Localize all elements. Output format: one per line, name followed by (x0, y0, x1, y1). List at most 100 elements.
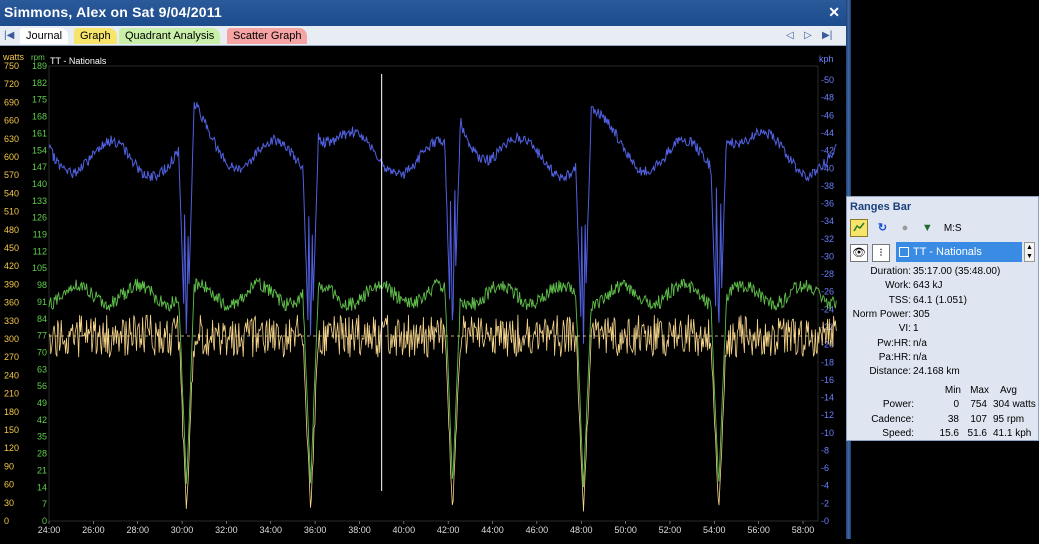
kph-tick-label: -2 (821, 498, 829, 508)
window-title: Simmons, Alex on Sat 9/04/2011 (4, 4, 222, 20)
stat-label: Pa:HR: (878, 351, 911, 363)
stat-value: 643 kJ (913, 280, 943, 292)
kph-tick-label: -12 (821, 410, 834, 420)
tab-graph[interactable]: Graph (74, 28, 117, 44)
ranges-bar-panel: Ranges Bar ↻ ● ▼ M:S 👁 ⁝ TT - Nationals … (846, 196, 1039, 441)
stat-label: TSS: (888, 294, 911, 306)
x-tick-label: 26:00 (82, 525, 105, 535)
x-tick-label: 58:00 (792, 525, 815, 535)
x-tick-label: 50:00 (614, 525, 637, 535)
tab-bar: |◀ Journal Graph Quadrant Analysis Scatt… (0, 26, 846, 46)
stat-row: Norm Power: 305 (847, 308, 1039, 322)
window-titlebar: Simmons, Alex on Sat 9/04/2011 ✕ (0, 0, 846, 26)
table-cell-min: 0 (953, 399, 959, 410)
stat-value: 64.1 (1.051) (913, 294, 967, 306)
range-swatch-icon (899, 247, 909, 258)
tab-journal[interactable]: Journal (20, 28, 69, 44)
x-tick-label: 34:00 (259, 525, 282, 535)
rpm-tick-label: 35 (37, 432, 47, 442)
selected-range-label: TT - Nationals (913, 246, 982, 258)
tab-quadrant-analysis[interactable]: Quadrant Analysis (119, 28, 221, 44)
x-tick-label: 28:00 (126, 525, 149, 535)
kph-tick-label: -32 (821, 234, 834, 244)
rpm-tick-label: 168 (32, 112, 47, 122)
rpm-tick-label: 126 (32, 213, 47, 223)
refresh-icon[interactable]: ↻ (874, 220, 890, 236)
graph-area[interactable]: TT - Nationals watts rpm kph 750 720 690 660 630… (0, 46, 846, 539)
stat-row: TSS: 64.1 (1.051) (847, 294, 1039, 308)
watts-tick-label: 480 (4, 225, 19, 235)
stat-row: VI: 1 (847, 322, 1039, 336)
rpm-tick-label: 42 (37, 415, 47, 425)
prev-page-icon[interactable]: ◁ (786, 28, 794, 44)
rpm-tick-label: 70 (37, 347, 47, 357)
watts-tick-label: 120 (4, 443, 19, 453)
stat-label: Norm Power: (852, 308, 911, 320)
watts-tick-label: 660 (4, 116, 19, 126)
rpm-tick-label: 49 (37, 398, 47, 408)
watts-tick-label: 450 (4, 243, 19, 253)
x-tick-label: 38:00 (348, 525, 371, 535)
kph-tick-label: -28 (821, 269, 834, 279)
kph-tick-label: -42 (821, 146, 834, 156)
rpm-tick-label: 119 (33, 230, 47, 240)
kph-tick-label: -34 (821, 216, 834, 226)
ride-chart[interactable]: TT - Nationalswatts rpm kph750720690660630… (0, 46, 846, 539)
chart-view-icon[interactable] (850, 219, 868, 237)
kph-tick-label: -48 (821, 93, 834, 103)
ranges-bar-title: Ranges Bar (850, 201, 912, 213)
rpm-tick-label: 14 (37, 482, 47, 492)
watts-tick-label: 630 (4, 134, 19, 144)
stat-label: Pw:HR: (877, 337, 911, 349)
x-tick-label: 42:00 (437, 525, 460, 535)
watts-tick-label: 720 (4, 79, 19, 89)
kph-tick-label: -30 (821, 251, 834, 261)
watts-tick-label: 30 (4, 498, 14, 508)
kph-tick-label: -36 (821, 199, 834, 209)
watts-tick-label: 0 (4, 516, 9, 526)
x-tick-label: 44:00 (481, 525, 504, 535)
table-row-label: Speed: (882, 428, 914, 439)
table-cell-max: 754 (970, 399, 987, 410)
rpm-tick-label: 56 (37, 381, 47, 391)
table-header: Min (944, 385, 961, 396)
eye-icon[interactable]: 👁 (850, 244, 868, 262)
rpm-tick-label: 182 (32, 78, 47, 88)
rpm-tick-label: 189 (32, 61, 47, 71)
table-cell-avg: 304 watts (993, 399, 1036, 410)
x-tick-label: 40:00 (393, 525, 416, 535)
close-icon[interactable]: ✕ (828, 4, 840, 21)
comment-icon[interactable]: ● (897, 220, 913, 236)
watts-tick-label: 210 (4, 389, 19, 399)
x-tick-label: 30:00 (171, 525, 194, 535)
stat-value: 1 (913, 323, 919, 335)
watts-tick-label: 390 (4, 279, 19, 289)
rpm-tick-label: 112 (33, 246, 47, 256)
stat-row: Duration: 35:17.00 (35:48.00) (847, 265, 1039, 279)
kph-tick-label: -38 (821, 181, 834, 191)
watts-tick-label: 60 (4, 480, 14, 490)
traffic-light-icon[interactable]: ⁝ (872, 244, 890, 262)
rpm-tick-label: 98 (37, 280, 47, 290)
rpm-tick-label: 140 (32, 179, 47, 189)
tab-scatter-graph[interactable]: Scatter Graph (227, 28, 308, 44)
rpm-tick-label: 154 (32, 145, 47, 155)
watts-tick-label: 750 (4, 61, 19, 71)
watts-tick-label: 150 (4, 425, 19, 435)
stat-row: Pw:HR: n/a (847, 337, 1039, 351)
range-list-scrollbar[interactable]: ▲ ▼ (1024, 242, 1035, 262)
range-selector[interactable]: 👁 ⁝ TT - Nationals ▲ ▼ (850, 242, 1035, 262)
table-cell-avg: 41.1 kph (993, 428, 1032, 439)
watts-tick-label: 180 (4, 407, 19, 417)
first-page-icon[interactable]: |◀ (4, 28, 14, 44)
rpm-tick-label: 175 (32, 95, 47, 105)
stat-label: VI: (898, 323, 911, 335)
last-page-icon[interactable]: ▶| (822, 28, 832, 44)
table-header: Avg (999, 385, 1017, 396)
selected-range[interactable]: TT - Nationals (896, 242, 1022, 262)
range-flag-icon[interactable]: ▼ (919, 220, 935, 236)
rpm-tick-label: 63 (37, 364, 47, 374)
time-format-label[interactable]: M:S (944, 223, 962, 234)
next-page-icon[interactable]: ▷ (804, 28, 812, 44)
kph-tick-label: -50 (821, 75, 834, 85)
